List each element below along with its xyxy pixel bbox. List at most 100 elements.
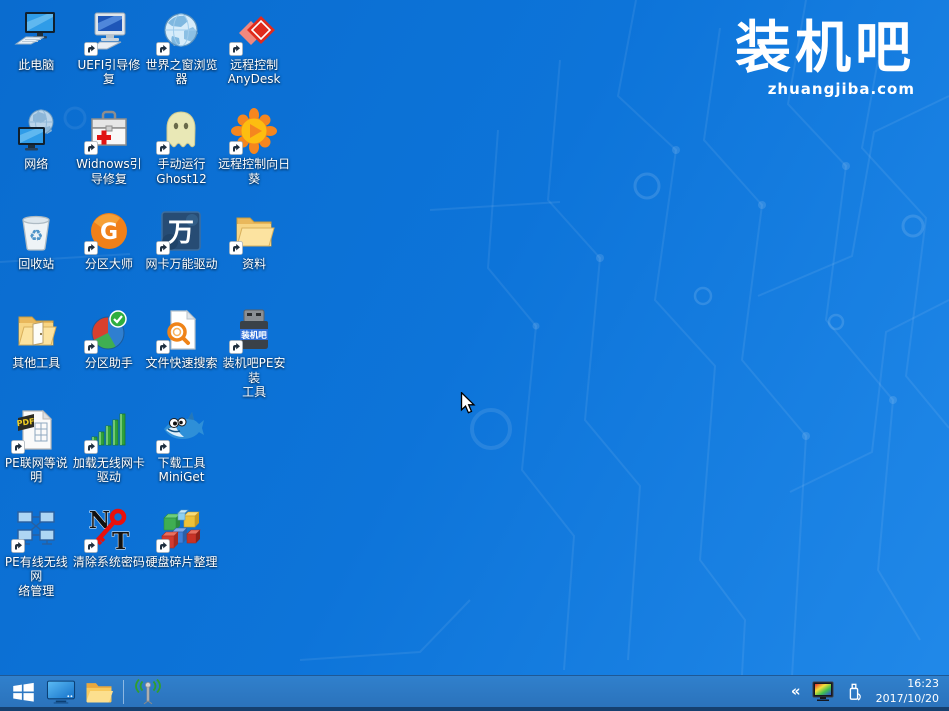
desktop-icon-recycle-bin[interactable]: ♻ 回收站 bbox=[0, 205, 73, 304]
pc-icon bbox=[13, 9, 59, 55]
svg-text:万: 万 bbox=[168, 218, 194, 248]
shortcut-arrow-icon bbox=[156, 340, 170, 354]
recycle-bin-icon: ♻ bbox=[13, 208, 59, 254]
shortcut-arrow-icon bbox=[156, 42, 170, 56]
desktop-icon-miniget-downloader[interactable]: 下载工具 MiniGet bbox=[145, 404, 218, 503]
usb-icon: 装机吧 bbox=[231, 307, 277, 353]
desktop-icon-data-folder[interactable]: 资料 bbox=[218, 205, 291, 304]
desktop-icon-uefi-boot-repair[interactable]: UEFI引导修复 bbox=[73, 6, 146, 105]
desktop-icon-ghost12-manual-run[interactable]: 手动运行 Ghost12 bbox=[145, 105, 218, 204]
desktop-icon-network[interactable]: 网络 bbox=[0, 105, 73, 204]
svg-text:装机吧: 装机吧 bbox=[240, 330, 267, 341]
desktop-icon-partition-master[interactable]: G分区大师 bbox=[73, 205, 146, 304]
desktop-icon-sunflower-remote[interactable]: 远程控制向日 葵 bbox=[218, 105, 291, 204]
shortcut-arrow-icon bbox=[156, 141, 170, 155]
shortcut-arrow-icon bbox=[156, 241, 170, 255]
shortcut-arrow-icon bbox=[84, 440, 98, 454]
wireless-antenna-icon bbox=[133, 678, 163, 705]
desktop-icon-quick-file-search[interactable]: 文件快速搜索 bbox=[145, 304, 218, 403]
shortcut-arrow-icon bbox=[11, 440, 25, 454]
shortcut-arrow-icon bbox=[156, 539, 170, 553]
brand-domain: zhuangjiba.com bbox=[735, 80, 915, 98]
diskgenius-icon: G bbox=[86, 208, 132, 254]
desktop-icon-universal-nic-driver[interactable]: 万网卡万能驱动 bbox=[145, 205, 218, 304]
clock-date: 2017/10/20 bbox=[876, 692, 939, 706]
desktop-icon-label: 加载无线网卡 驱动 bbox=[73, 456, 145, 485]
desktop-monitor-icon bbox=[46, 679, 76, 704]
system-tray: « bbox=[791, 677, 939, 706]
display-settings-icon[interactable] bbox=[812, 681, 834, 702]
pdf-icon: PDF bbox=[13, 407, 59, 453]
windows-logo-icon bbox=[10, 679, 37, 705]
tray-expand-chevron-icon[interactable]: « bbox=[791, 684, 801, 699]
desktop-icon-disk-defrag[interactable]: 硬盘碎片整理 bbox=[145, 503, 218, 602]
anydesk-icon bbox=[231, 9, 277, 55]
desktop-icon-clear-system-password[interactable]: NT清除系统密码 bbox=[73, 503, 146, 602]
shortcut-arrow-icon bbox=[84, 340, 98, 354]
svg-text:♻: ♻ bbox=[29, 226, 43, 245]
taskbar-file-explorer-button[interactable] bbox=[80, 676, 118, 707]
desktop-icon-anydesk-remote[interactable]: 远程控制 AnyDesk bbox=[218, 6, 291, 105]
desktop-icon-pe-network-manager[interactable]: PE有线无线网 络管理 bbox=[0, 503, 73, 602]
brand-title: 装机吧 bbox=[735, 20, 915, 79]
folder-door-icon bbox=[13, 307, 59, 353]
desktop-icon-label: 手动运行 Ghost12 bbox=[156, 157, 206, 186]
pie-icon bbox=[86, 307, 132, 353]
desktop-icon-label: 此电脑 bbox=[18, 58, 54, 72]
desktop-icon-other-tools[interactable]: 其他工具 bbox=[0, 304, 73, 403]
usb-device-icon[interactable] bbox=[845, 681, 863, 703]
desktop-icon-label: 下载工具 MiniGet bbox=[157, 456, 205, 485]
desktop-icon-wireless-driver-loader[interactable]: 加载无线网卡 驱动 bbox=[73, 404, 146, 503]
desktop-icon-label: 回收站 bbox=[18, 257, 54, 271]
desktop-icon-label: 硬盘碎片整理 bbox=[145, 555, 217, 569]
desktop-icon-partition-assistant[interactable]: 分区助手 bbox=[73, 304, 146, 403]
desktop-icon-label: 网卡万能驱动 bbox=[145, 257, 217, 271]
desktop-icon-label: 世界之窗浏览 器 bbox=[145, 58, 217, 87]
desktop-icon-row: 其他工具分区助手文件快速搜索装机吧装机吧PE安装 工具 bbox=[0, 304, 290, 403]
clock-time: 16:23 bbox=[876, 677, 939, 691]
shortcut-arrow-icon bbox=[84, 241, 98, 255]
file-search-icon bbox=[158, 307, 204, 353]
cubes-icon bbox=[158, 506, 204, 552]
shortcut-arrow-icon bbox=[84, 141, 98, 155]
shortcut-arrow-icon bbox=[229, 340, 243, 354]
desktop-icon-label: 远程控制 AnyDesk bbox=[228, 58, 281, 87]
desktop-icon-label: PE联网等说明 bbox=[0, 456, 73, 485]
sunflower-icon bbox=[231, 108, 277, 154]
desktop: 装机吧 zhuangjiba.com 此电脑UEFI引导修复世界之窗浏览 器远程… bbox=[0, 0, 949, 711]
desktop-icon-windows-boot-repair[interactable]: Widnows引 导修复 bbox=[73, 105, 146, 204]
desktop-icon-row: PDF PE联网等说明加载无线网卡 驱动下载工具 MiniGet bbox=[0, 404, 290, 503]
start-button[interactable] bbox=[4, 676, 42, 707]
taskbar-show-desktop-button[interactable] bbox=[42, 676, 80, 707]
desktop-computer-icon bbox=[86, 9, 132, 55]
desktop-icon-zhuangjiba-pe-installer[interactable]: 装机吧装机吧PE安装 工具 bbox=[218, 304, 291, 403]
desktop-icon-label: 装机吧PE安装 工具 bbox=[218, 356, 291, 399]
folder-icon bbox=[231, 208, 277, 254]
desktop-icon-world-window-browser[interactable]: 世界之窗浏览 器 bbox=[145, 6, 218, 105]
taskbar-clock[interactable]: 16:23 2017/10/20 bbox=[876, 677, 939, 706]
network-icon bbox=[13, 108, 59, 154]
desktop-icon-label: PE有线无线网 络管理 bbox=[0, 555, 73, 598]
shortcut-arrow-icon bbox=[84, 42, 98, 56]
mouse-cursor bbox=[460, 392, 476, 414]
taskbar-wireless-network-button[interactable] bbox=[129, 676, 167, 707]
desktop-icon-pe-network-readme[interactable]: PDF PE联网等说明 bbox=[0, 404, 73, 503]
shark-icon bbox=[158, 407, 204, 453]
desktop-icon-label: 分区助手 bbox=[85, 356, 133, 370]
shortcut-arrow-icon bbox=[229, 141, 243, 155]
desktop-icon-label: Widnows引 导修复 bbox=[76, 157, 142, 186]
desktop-icon-label: UEFI引导修复 bbox=[73, 58, 146, 87]
desktop-icon-row: 网络Widnows引 导修复手动运行 Ghost12 远程控制向日 葵 bbox=[0, 105, 290, 204]
wan-icon: 万 bbox=[158, 208, 204, 254]
folder-explorer-icon bbox=[84, 679, 114, 704]
desktop-icon-label: 远程控制向日 葵 bbox=[218, 157, 290, 186]
desktop-icon-this-pc[interactable]: 此电脑 bbox=[0, 6, 73, 105]
desktop-icon-row: PE有线无线网 络管理NT清除系统密码硬盘碎片整理 bbox=[0, 503, 290, 602]
shortcut-arrow-icon bbox=[229, 42, 243, 56]
ghost-icon bbox=[158, 108, 204, 154]
svg-text:G: G bbox=[100, 220, 118, 245]
brand-watermark: 装机吧 zhuangjiba.com bbox=[735, 20, 915, 98]
taskbar: « bbox=[0, 675, 949, 711]
desktop-icon-row: ♻ 回收站 G分区大师万网卡万能驱动资料 bbox=[0, 205, 290, 304]
desktop-icon-label: 清除系统密码 bbox=[73, 555, 145, 569]
